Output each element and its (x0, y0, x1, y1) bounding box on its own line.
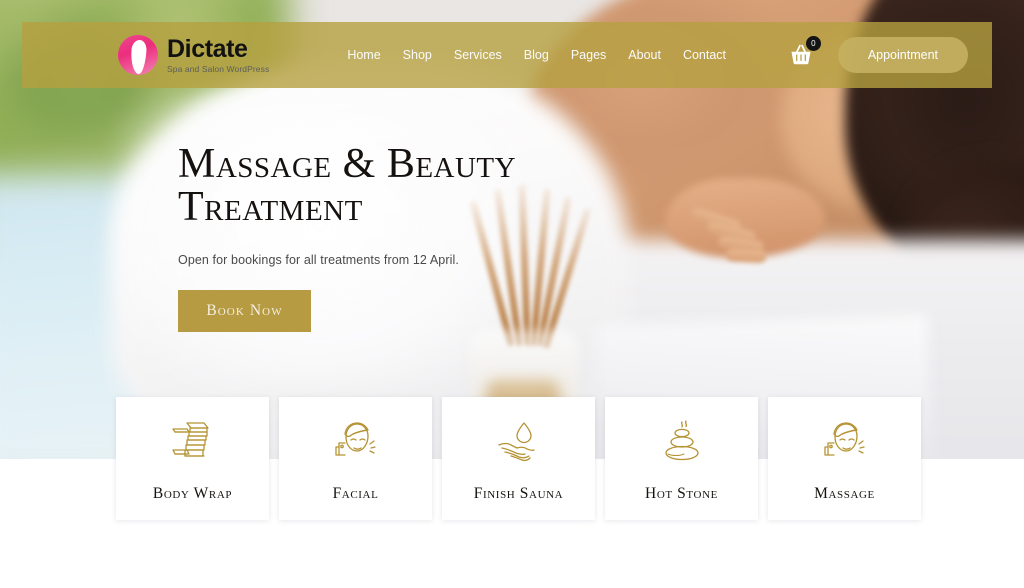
swan-logo-icon (118, 35, 158, 75)
nav-item-about[interactable]: About (628, 48, 661, 62)
service-card-hot-stone[interactable]: Hot Stone (605, 397, 758, 520)
hero-title-line-1: Massage & Beauty (178, 141, 517, 187)
service-card-label: Massage (814, 484, 875, 502)
nav-item-shop[interactable]: Shop (403, 48, 432, 62)
service-card-label: Facial (332, 484, 379, 502)
stacked-hot-stones-icon (656, 415, 708, 469)
hero-title: Massage & Beauty Treatment (178, 143, 658, 229)
appointment-button[interactable]: Appointment (837, 37, 968, 73)
service-cards: Body Wrap Facial Finish Sauna Hot Stone … (116, 397, 921, 520)
nav-item-services[interactable]: Services (454, 48, 502, 62)
hero-content: Massage & Beauty Treatment Open for book… (178, 143, 658, 332)
brand-tagline: Spa and Salon WordPress (167, 63, 270, 74)
photo-finger (725, 247, 767, 264)
hero-title-line-2: Treatment (178, 183, 363, 230)
hero-subtitle: Open for bookings for all treatments fro… (178, 252, 459, 267)
service-card-label: Body Wrap (152, 484, 233, 502)
massage-face-towel-icon (819, 415, 871, 469)
site-header: Dictate Spa and Salon WordPress Home Sho… (22, 22, 992, 88)
main-navigation: Home Shop Services Blog Pages About Cont… (347, 48, 726, 62)
nav-item-home[interactable]: Home (347, 48, 380, 62)
service-card-label: Finish Sauna (473, 484, 564, 502)
service-card-massage[interactable]: Massage (768, 397, 921, 520)
hand-water-drop-icon (493, 415, 545, 469)
nav-item-blog[interactable]: Blog (524, 48, 549, 62)
service-card-facial[interactable]: Facial (279, 397, 432, 520)
brand-name: Dictate (167, 34, 248, 63)
page-root: Dictate Spa and Salon WordPress Home Sho… (0, 0, 1024, 588)
brand-logo[interactable]: Dictate Spa and Salon WordPress (118, 35, 269, 75)
nav-item-pages[interactable]: Pages (571, 48, 606, 62)
cart-count-badge: 0 (805, 36, 821, 51)
service-card-label: Hot Stone (645, 484, 718, 502)
nav-item-contact[interactable]: Contact (683, 48, 726, 62)
facial-face-towel-icon (330, 415, 382, 469)
book-now-button[interactable]: Book Now (178, 289, 311, 332)
service-card-body-wrap[interactable]: Body Wrap (116, 397, 269, 520)
cart-button[interactable]: 0 (788, 36, 821, 68)
body-wrap-icon (167, 415, 219, 469)
service-card-finish-sauna[interactable]: Finish Sauna (442, 397, 595, 520)
